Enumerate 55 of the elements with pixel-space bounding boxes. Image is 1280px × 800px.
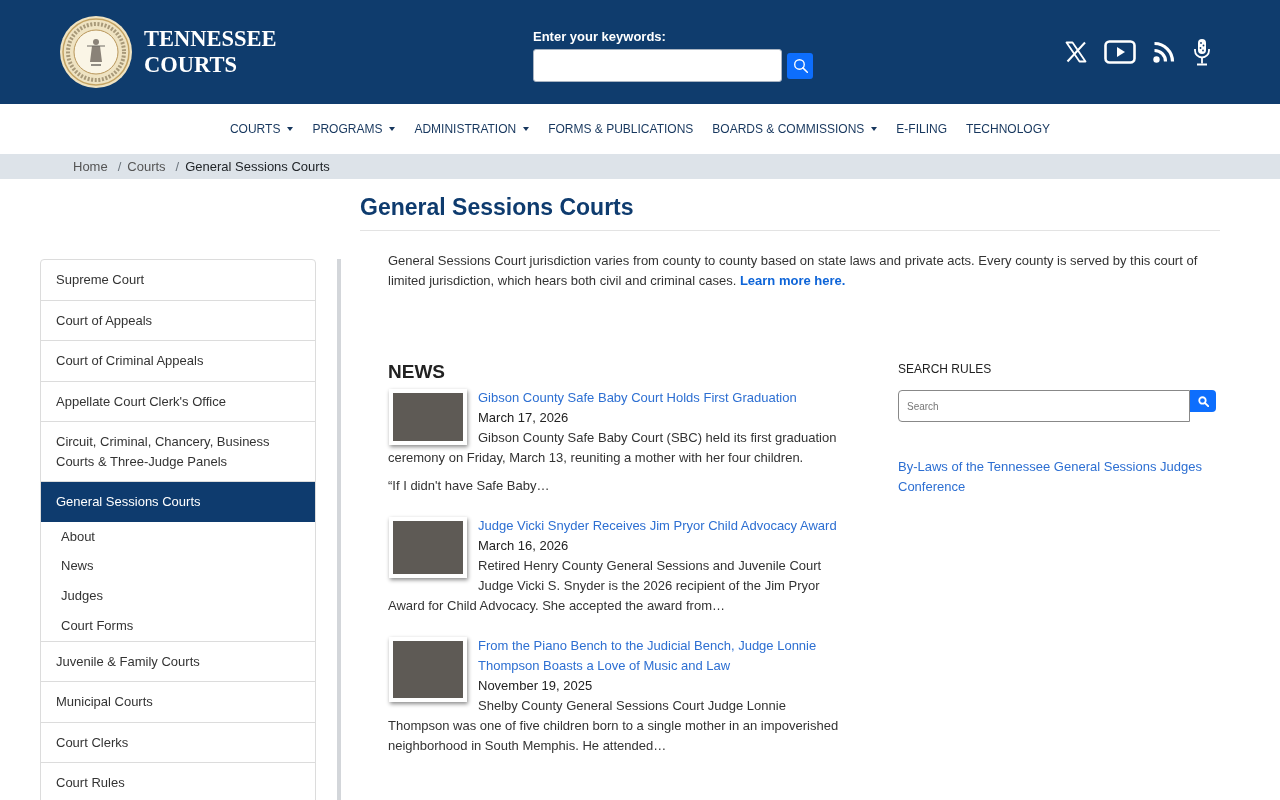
sidebar-item[interactable]: Juvenile & Family Courts — [41, 641, 315, 681]
sidebar-subitem[interactable]: Court Forms — [41, 610, 315, 641]
nav-menu-item[interactable]: E-FILING — [886, 119, 957, 139]
news-date: March 17, 2026 — [478, 409, 569, 427]
play-button-icon[interactable] — [1104, 40, 1136, 64]
sidebar-item[interactable]: Court of Appeals — [41, 300, 315, 340]
current-page-label: General Sessions Courts — [185, 159, 330, 174]
court-seal-icon[interactable] — [60, 16, 132, 88]
news-excerpt: “If I didn't have Safe Baby… — [388, 477, 551, 495]
sidebar-item[interactable]: Court of Criminal Appeals — [41, 341, 315, 381]
search-label: Enter your keywords: — [533, 29, 666, 45]
news-title-link[interactable]: Gibson County Safe Baby Court Holds First Graduation — [478, 388, 797, 408]
sidebar-item[interactable]: Supreme Court — [41, 260, 315, 300]
intro-paragraph: General Sessions Court jurisdiction varies from county to county based on state laws and private acts. Every county is served by this court of limited jurisdiction, which hears both civil and criminal cases. Learn more here. — [388, 252, 1199, 290]
search-field[interactable]: Search — [898, 390, 1190, 422]
sidebar-item[interactable]: Appellate Court Clerk's Office — [41, 381, 315, 421]
sidebar-item[interactable]: Municipal Courts — [41, 682, 315, 722]
news-heading: NEWS — [388, 360, 446, 384]
news-date: November 19, 2025 — [478, 677, 593, 695]
nav-menu-item[interactable]: BOARDS & COMMISSIONS — [702, 119, 887, 139]
nav-menu-item[interactable]: PROGRAMS — [302, 119, 405, 139]
news-title-link[interactable]: From the Piano Bench to the Judicial Bench, Judge Lonnie Thompson Boasts a Love of Music and Law — [478, 636, 840, 676]
bylaws-link[interactable]: By-Laws of the Tennessee General Sessions Judges Conference — [898, 457, 1216, 497]
nav-menu-item[interactable]: TECHNOLOGY — [956, 119, 1060, 139]
news-summary: Shelby County General Sessions Court Judge Lonnie Thompson was one of five children born to a single mother in an impoverished neighborhood in South Memphis. He attended… — [388, 697, 840, 755]
sidebar-subitem[interactable]: About — [41, 521, 315, 552]
breadcrumb-separator: / — [116, 159, 123, 174]
news-date: March 16, 2026 — [478, 537, 569, 555]
page-title: General Sessions Courts — [360, 193, 635, 221]
rss-feed-icon[interactable] — [1152, 40, 1176, 64]
breadcrumb-separator: / — [174, 159, 181, 174]
sidebar-subitem[interactable]: Judges — [41, 581, 315, 611]
nav-menu-item[interactable]: COURTS — [220, 119, 303, 139]
nav-menu-item[interactable]: ADMINISTRATION — [404, 119, 539, 139]
site-title[interactable]: TENNESSEE COURTS — [144, 26, 277, 78]
sidebar-item[interactable]: Court Clerks — [41, 722, 315, 762]
search-icon — [1197, 395, 1209, 407]
search-rules-heading: SEARCH RULES — [898, 361, 992, 377]
sidebar-subitem[interactable]: News — [41, 551, 315, 581]
learn-more-link[interactable]: Learn more here. — [739, 273, 846, 288]
search-button[interactable] — [1190, 390, 1216, 412]
search-icon — [792, 58, 808, 73]
search-button[interactable] — [787, 52, 813, 79]
breadcrumb-link[interactable]: Home — [73, 159, 108, 174]
sidebar-item[interactable]: General Sessions Courts — [41, 482, 315, 522]
keyword-input[interactable] — [533, 49, 782, 82]
breadcrumb-link[interactable]: Courts — [127, 159, 166, 174]
news-summary: Retired Henry County General Sessions and Juvenile Court Judge Vicki S. Snyder is the 2026 recipient of the Jim Pryor Award for Child Advocacy. She accepted the award from… — [388, 557, 823, 615]
sidebar-item[interactable]: Court Rules — [41, 763, 315, 800]
nav-menu-item[interactable]: FORMS & PUBLICATIONS — [538, 119, 703, 139]
news-title-link[interactable]: Judge Vicki Snyder Receives Jim Pryor Child Advocacy Award — [478, 516, 837, 536]
news-summary: Gibson County Safe Baby Court (SBC) held its first graduation ceremony on Friday, March 13, reuniting a mother with her four children. — [388, 429, 838, 467]
microphone-icon[interactable] — [1192, 38, 1212, 66]
x-icon[interactable] — [1064, 40, 1088, 64]
sidebar-item[interactable]: Circuit, Criminal, Chancery, Business Courts & Three-Judge Panels — [41, 422, 315, 481]
